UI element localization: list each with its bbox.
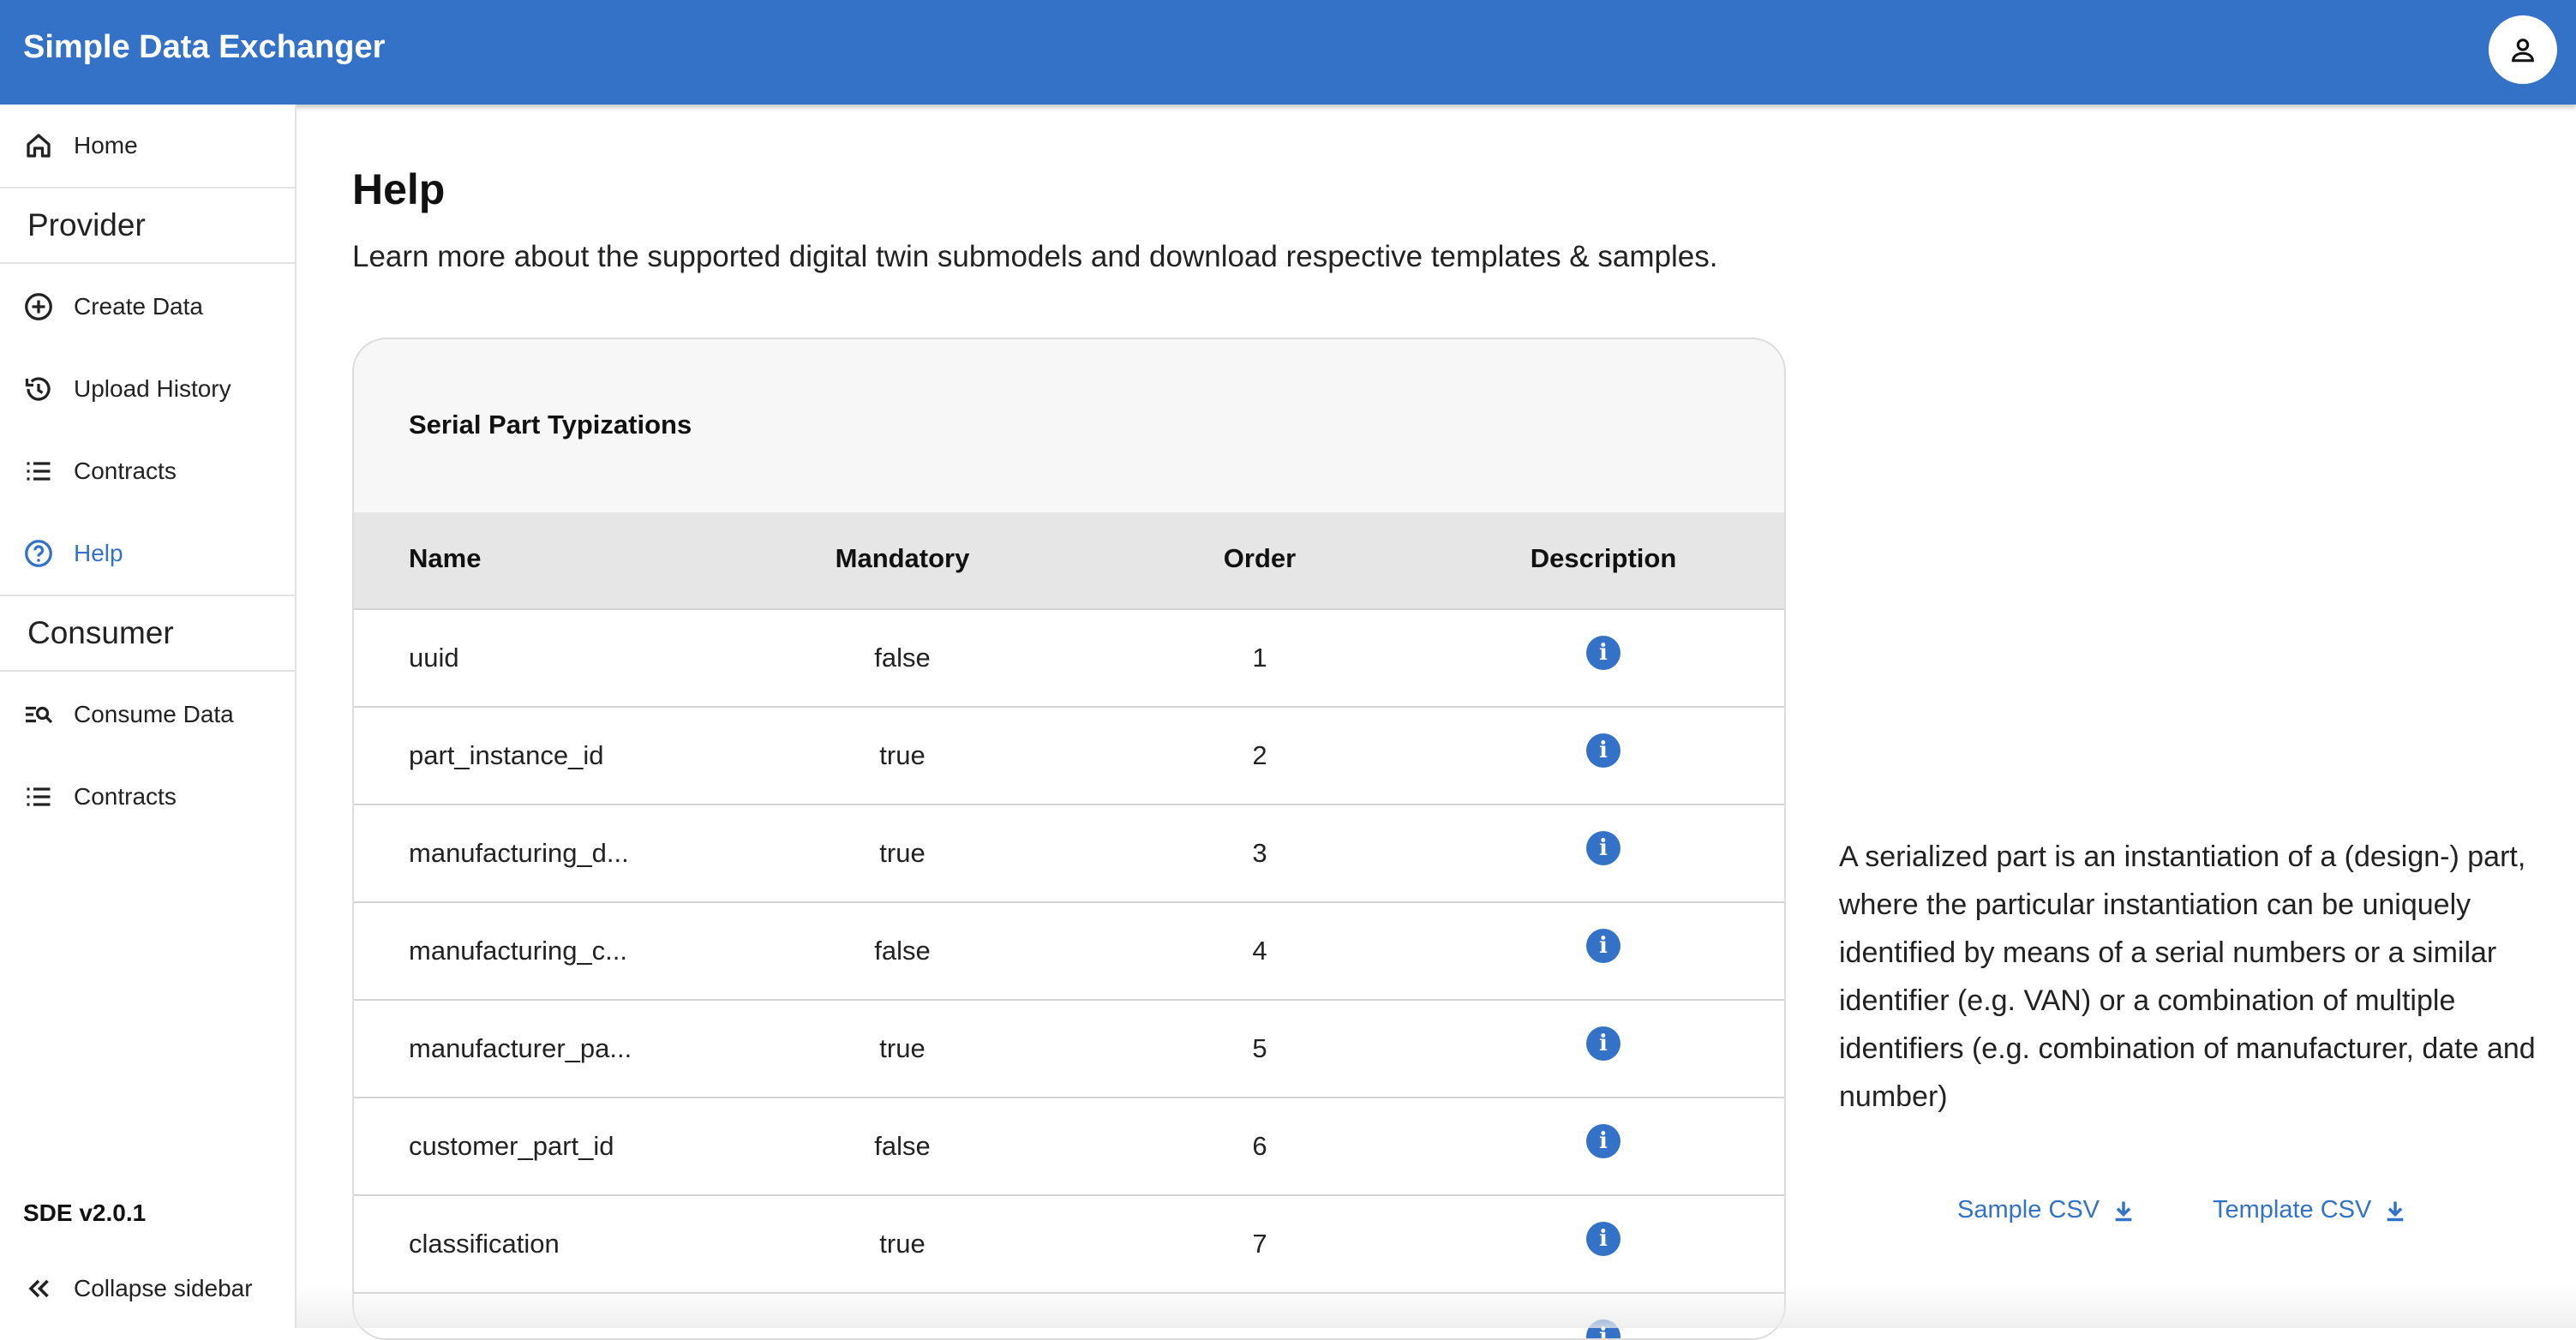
- app-title: Simple Data Exchanger: [23, 29, 386, 65]
- cell-mandatory: true: [879, 1033, 926, 1063]
- info-icon[interactable]: i: [1586, 929, 1620, 963]
- collapse-sidebar-label: Collapse sidebar: [74, 1275, 253, 1301]
- list-icon: [27, 462, 51, 481]
- help-circle-icon: [25, 540, 52, 567]
- cell-mandatory: false: [874, 643, 931, 673]
- column-header-mandatory: Mandatory: [835, 543, 970, 573]
- cell-name: part_instance_id: [409, 740, 604, 770]
- column-header-order: Order: [1223, 543, 1297, 573]
- sidebar-item-label: Home: [74, 132, 138, 159]
- double-chevron-left-icon: [28, 1279, 49, 1298]
- cell-name: uuid: [409, 643, 459, 673]
- history-icon: [25, 377, 51, 401]
- template-csv-download-link[interactable]: Template CSV: [2213, 1196, 2407, 1224]
- sidebar-item-label: Consume Data: [74, 701, 234, 727]
- add-circle-icon: [25, 293, 52, 320]
- cell-name: manufacturing_c...: [409, 936, 628, 966]
- cell-name: manufacturing_d...: [409, 838, 629, 868]
- sidebar-item-create-data[interactable]: Create Data: [0, 266, 295, 348]
- sample-csv-label: Sample CSV: [1957, 1196, 2100, 1223]
- person-icon: [2512, 39, 2534, 63]
- download-icon: [2387, 1201, 2404, 1221]
- home-icon: [27, 134, 51, 158]
- cell-mandatory: false: [874, 936, 931, 966]
- cell-order: 6: [1252, 1131, 1267, 1161]
- table-row: part_instance_id true 2 i: [354, 708, 1784, 805]
- sidebar-item-label: Contracts: [74, 783, 177, 810]
- cell-order: 1: [1252, 643, 1267, 673]
- cell-mandatory: true: [879, 1229, 926, 1259]
- submodel-card: Serial Part Typizations Name Mandatory O…: [352, 338, 1786, 1340]
- info-icon[interactable]: i: [1586, 831, 1620, 865]
- info-icon[interactable]: i: [1586, 636, 1620, 670]
- info-icon[interactable]: i: [1586, 1222, 1620, 1256]
- search-list-icon: [26, 706, 53, 724]
- table-row: manufacturer_pa... true 5 i: [354, 1001, 1784, 1098]
- table-row: classification true 7 i: [354, 1196, 1784, 1294]
- sidebar-item-label: Create Data: [74, 293, 203, 320]
- info-icon[interactable]: i: [1586, 1124, 1620, 1158]
- sidebar-item-consume-data[interactable]: Consume Data: [0, 673, 295, 756]
- sidebar-section-consumer: Consumer: [0, 595, 295, 672]
- scroll-fade-overlay: [297, 1285, 2576, 1328]
- table-row: manufacturing_c... false 4 i: [354, 903, 1784, 1001]
- download-icon: [2115, 1201, 2132, 1221]
- sidebar-item-upload-history[interactable]: Upload History: [0, 348, 295, 430]
- cell-mandatory: true: [879, 740, 926, 770]
- cell-mandatory: true: [879, 838, 926, 868]
- column-header-name: Name: [409, 543, 482, 573]
- sample-csv-download-link[interactable]: Sample CSV: [1957, 1196, 2136, 1224]
- info-icon[interactable]: i: [1586, 1026, 1620, 1061]
- cell-name: customer_part_id: [409, 1131, 614, 1161]
- cell-name: classification: [409, 1229, 560, 1259]
- template-csv-label: Template CSV: [2213, 1196, 2372, 1223]
- sidebar-item-contracts-provider[interactable]: Contracts: [0, 430, 295, 512]
- cell-order: 3: [1252, 838, 1267, 868]
- column-header-description: Description: [1530, 543, 1677, 573]
- cell-mandatory: false: [874, 1131, 931, 1161]
- cell-order: 2: [1252, 740, 1267, 770]
- cell-order: 5: [1252, 1033, 1267, 1063]
- version-label: SDE v2.0.1: [23, 1199, 147, 1226]
- cell-order: 7: [1252, 1229, 1267, 1259]
- info-icon[interactable]: i: [1586, 733, 1620, 768]
- app-header: Simple Data Exchanger: [0, 0, 2576, 105]
- table-header: Name Mandatory Order Description: [354, 512, 1784, 610]
- sidebar-item-contracts-consumer[interactable]: Contracts: [0, 756, 295, 838]
- sidebar-item-label: Upload History: [74, 375, 231, 402]
- user-account-button[interactable]: [2489, 15, 2557, 84]
- cell-order: 4: [1252, 936, 1267, 966]
- card-title: Serial Part Typizations: [409, 410, 692, 440]
- submodel-description: A serialized part is an instantiation of…: [1839, 840, 2536, 1113]
- sidebar-section-provider: Provider: [0, 187, 295, 264]
- collapse-sidebar-button[interactable]: Collapse sidebar: [0, 1247, 295, 1330]
- page-subtitle: Learn more about the supported digital t…: [352, 240, 1718, 273]
- page-title: Help: [352, 165, 446, 213]
- list-icon: [27, 787, 51, 806]
- table-row: manufacturing_d... true 3 i: [354, 805, 1784, 903]
- table-row: customer_part_id false 6 i: [354, 1098, 1784, 1196]
- sidebar-item-label: Help: [74, 540, 123, 566]
- section-label: Provider: [27, 207, 146, 242]
- table-row: uuid false 1 i: [354, 610, 1784, 708]
- section-label: Consumer: [27, 615, 174, 650]
- sidebar-item-label: Contracts: [74, 458, 177, 484]
- sidebar: Home Provider Create Data Upload History…: [0, 105, 297, 1328]
- sidebar-item-home[interactable]: Home: [0, 105, 295, 187]
- sidebar-item-help[interactable]: Help: [0, 512, 295, 595]
- cell-name: manufacturer_pa...: [409, 1033, 632, 1063]
